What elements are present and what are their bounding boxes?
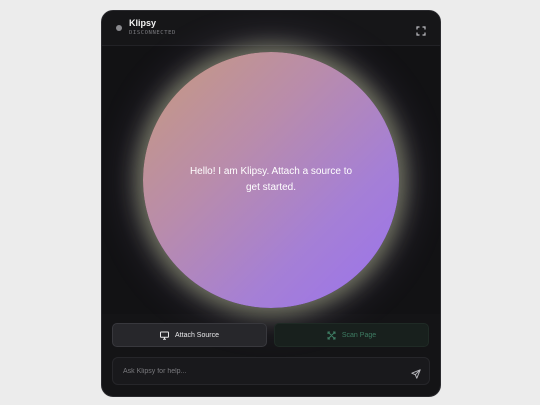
app-title: Klipsy — [129, 18, 157, 28]
scan-page-label: Scan Page — [341, 331, 377, 339]
scan-page-button[interactable]: Scan Page — [274, 323, 429, 347]
welcome-message: Hello! I am Klipsy. Attach a source to g… — [189, 166, 353, 193]
action-bar: Attach Source Scan Page — [112, 323, 430, 347]
attach-source-button[interactable]: Attach Source — [112, 323, 267, 347]
monitor-icon — [160, 331, 170, 340]
attach-source-label: Attach Source — [175, 331, 219, 339]
send-icon[interactable] — [411, 366, 421, 379]
connection-status-dot — [116, 25, 122, 31]
klipsy-panel: Klipsy DISCONNECTED Hello! I am Klipsy. … — [101, 10, 441, 397]
chat-input-container — [112, 357, 430, 385]
expand-icon[interactable] — [416, 23, 426, 36]
header: Klipsy DISCONNECTED — [102, 11, 440, 46]
connection-status: DISCONNECTED — [129, 30, 176, 36]
assistant-orb: Hello! I am Klipsy. Attach a source to g… — [143, 52, 399, 308]
orb-stage: Hello! I am Klipsy. Attach a source to g… — [102, 46, 440, 314]
scan-icon — [327, 331, 336, 340]
chat-input[interactable] — [113, 358, 393, 384]
